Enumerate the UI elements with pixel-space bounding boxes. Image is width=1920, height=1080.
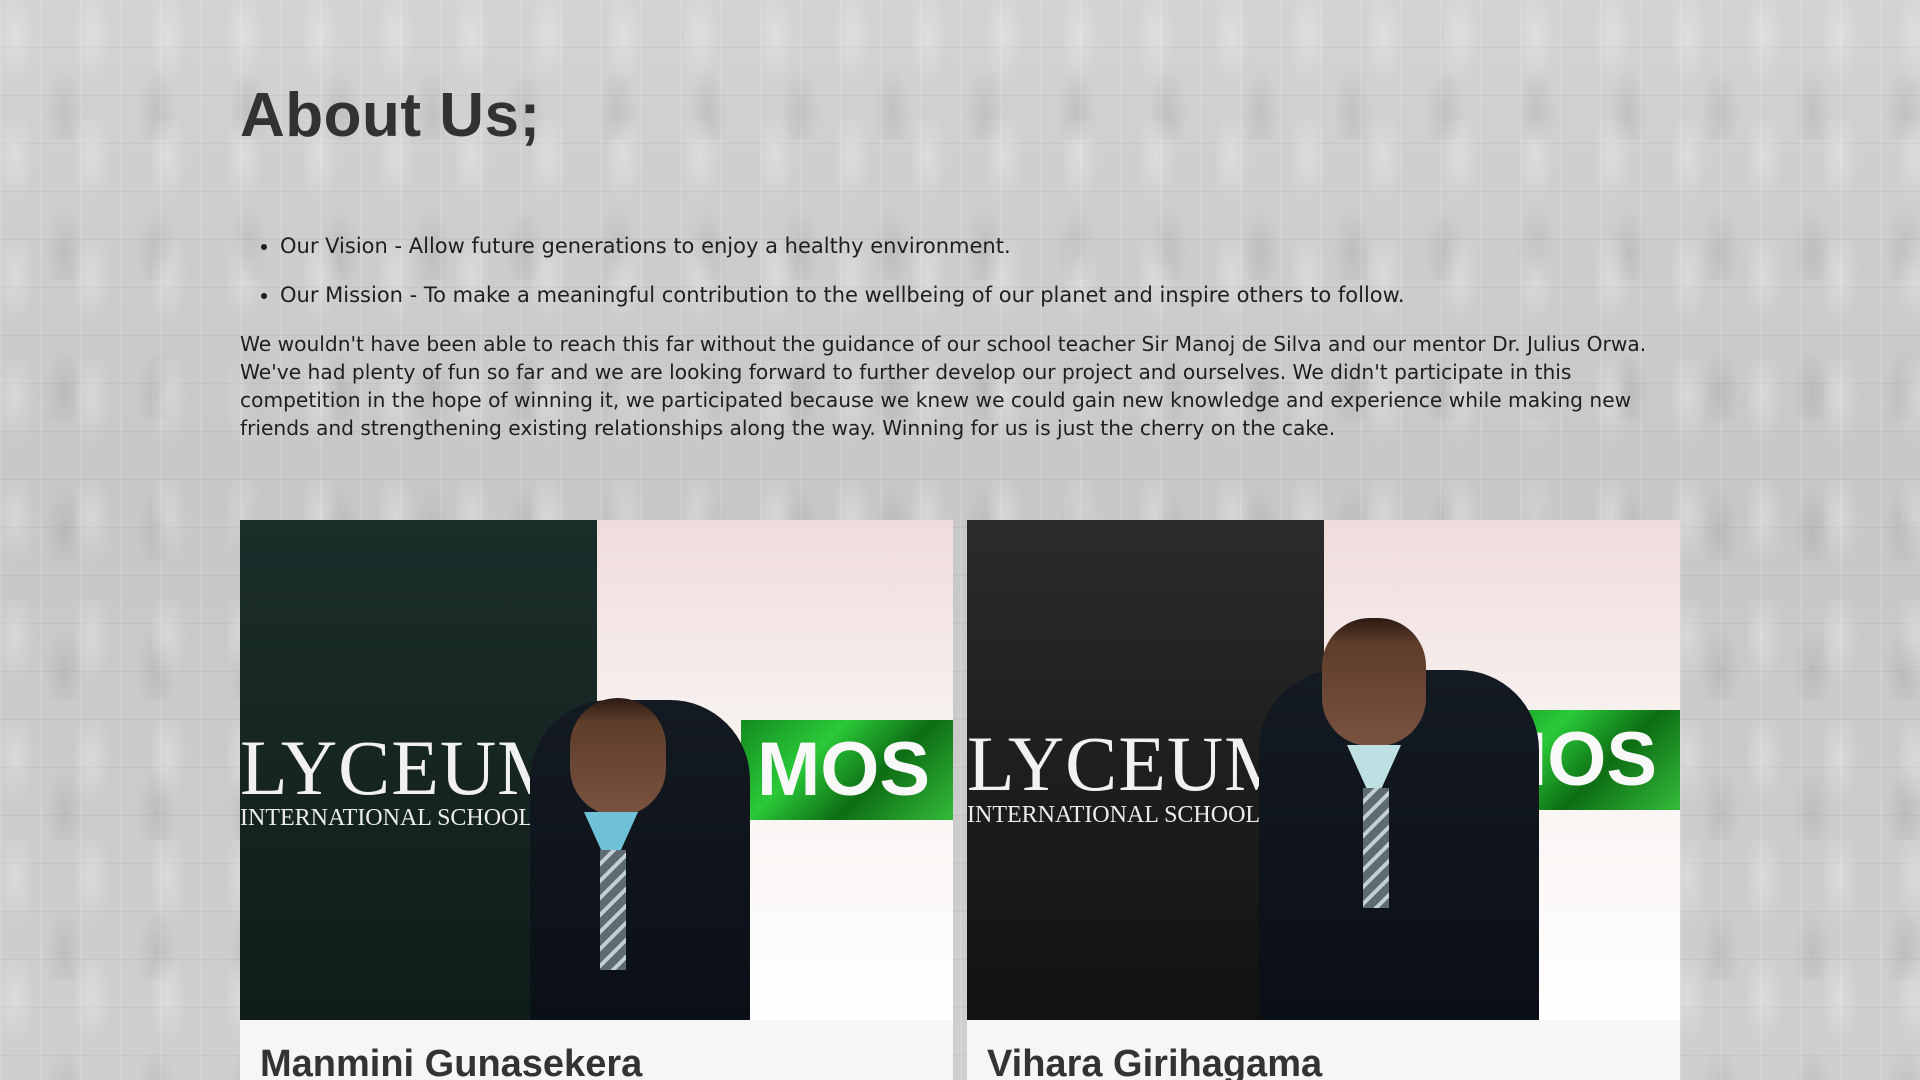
mission-item: Our Mission - To make a meaningful contr… [280, 281, 1680, 309]
school-subtitle-sign: INTERNATIONAL SCHOOLS [240, 805, 547, 831]
person-head [1322, 618, 1426, 746]
member-photo: LYCEUM INTERNATIONAL SCHOOL S MOS [967, 520, 1680, 1020]
school-subtitle-sign: INTERNATIONAL SCHOOL S [967, 802, 1279, 828]
member-photo: LYCEUM INTERNATIONAL SCHOOLS - MOS [240, 520, 953, 1020]
member-name: Manmini Gunasekera [260, 1043, 643, 1080]
member-name: Vihara Girihagama [987, 1043, 1323, 1080]
vision-item: Our Vision - Allow future generations to… [280, 232, 1680, 260]
member-card: LYCEUM INTERNATIONAL SCHOOLS - MOS Manmi… [240, 520, 953, 1080]
school-name-sign: LYCEUM [240, 724, 568, 811]
page-title: About Us; [240, 81, 541, 150]
goals-list: Our Vision - Allow future generations to… [240, 232, 1680, 309]
school-name-sign: LYCEUM [967, 720, 1295, 807]
about-section: About Us; Our Vision - Allow future gene… [240, 0, 1680, 442]
team-members-grid: LYCEUM INTERNATIONAL SCHOOLS - MOS Manmi… [240, 520, 1680, 1080]
about-paragraph: We wouldn't have been able to reach this… [240, 332, 1647, 440]
tie [600, 850, 626, 970]
tie [1363, 788, 1389, 908]
mos-banner: MOS [741, 720, 953, 820]
member-card: LYCEUM INTERNATIONAL SCHOOL S MOS Vihara… [967, 520, 1680, 1080]
person-head [570, 698, 666, 816]
